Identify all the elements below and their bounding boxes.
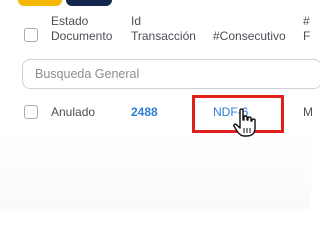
navy-tab[interactable] <box>66 0 112 6</box>
column-header-next[interactable]: # F <box>303 14 310 44</box>
yellow-tab[interactable] <box>18 0 62 6</box>
select-all-checkbox[interactable] <box>24 28 38 42</box>
column-header-consecutivo-line1 <box>213 14 286 29</box>
hand-pointer-icon <box>232 108 258 138</box>
search-input[interactable] <box>23 60 315 88</box>
cell-id-transaccion-link[interactable]: 2488 <box>131 105 158 119</box>
table-body-background <box>0 128 311 209</box>
column-header-id-transaccion[interactable]: Id Transacción <box>131 14 196 44</box>
column-header-estado[interactable]: Estado Documento <box>51 14 112 44</box>
column-header-id-line2: Transacción <box>131 29 196 43</box>
search-box[interactable] <box>22 59 320 89</box>
column-header-estado-line1: Estado <box>51 14 89 28</box>
cell-estado: Anulado <box>51 105 96 119</box>
column-header-id-line1: Id <box>131 14 142 28</box>
column-header-consecutivo[interactable]: #Consecutivo <box>213 14 286 44</box>
column-header-next-line2: F <box>303 29 311 43</box>
column-header-next-line1: # <box>303 14 310 28</box>
cell-next: M <box>303 105 313 119</box>
column-header-consecutivo-line2: #Consecutivo <box>213 29 286 43</box>
row-checkbox[interactable] <box>24 105 38 119</box>
column-header-estado-line2: Documento <box>51 29 113 43</box>
